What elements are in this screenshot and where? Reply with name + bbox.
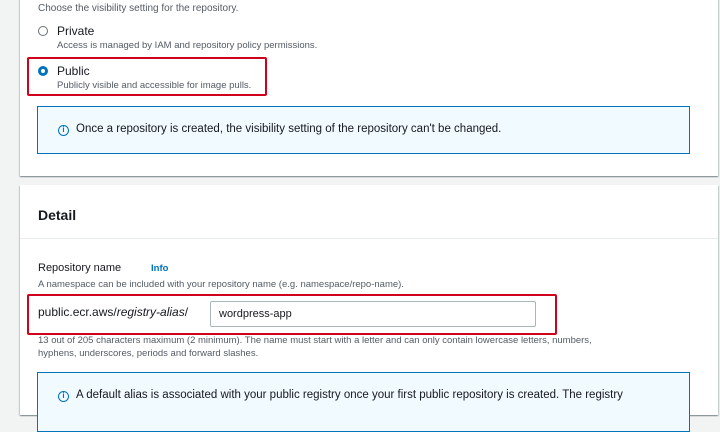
info-icon: i bbox=[58, 391, 69, 402]
repository-prefix-alias: registry-alias bbox=[116, 305, 185, 319]
radio-private-label: Private bbox=[57, 24, 95, 38]
detail-divider bbox=[20, 238, 718, 239]
visibility-alert: i Once a repository is created, the visi… bbox=[37, 106, 690, 154]
alias-alert-text: A default alias is associated with your … bbox=[76, 389, 623, 401]
detail-panel: Detail Repository name Info A namespace … bbox=[20, 185, 718, 432]
repository-prefix-domain: public.ecr.aws/ bbox=[38, 305, 117, 319]
radio-public[interactable] bbox=[38, 66, 48, 76]
repository-name-constraint-line1: 13 out of 205 characters maximum (2 mini… bbox=[38, 335, 592, 346]
repository-uri-prefix: public.ecr.aws/registry-alias/ bbox=[38, 305, 188, 319]
info-icon: i bbox=[58, 125, 69, 136]
repository-name-input[interactable] bbox=[210, 301, 536, 327]
visibility-panel: Choose the visibility setting for the re… bbox=[20, 0, 718, 176]
radio-private-description: Access is managed by IAM and repository … bbox=[57, 40, 318, 51]
radio-private[interactable] bbox=[38, 26, 48, 36]
repository-name-label: Repository name bbox=[38, 262, 122, 274]
alias-alert: i A default alias is associated with you… bbox=[37, 372, 690, 432]
detail-title: Detail bbox=[38, 207, 77, 223]
radio-public-description: Publicly visible and accessible for imag… bbox=[57, 80, 252, 91]
repository-name-constraint-line2: hyphens, underscores, periods and forwar… bbox=[38, 348, 259, 359]
radio-public-label: Public bbox=[57, 64, 90, 78]
visibility-description: Choose the visibility setting for the re… bbox=[38, 3, 239, 14]
repository-name-info-link[interactable]: Info bbox=[151, 263, 168, 274]
repository-prefix-slash: / bbox=[184, 305, 189, 319]
visibility-alert-text: Once a repository is created, the visibi… bbox=[76, 123, 502, 135]
repository-name-description: A namespace can be included with your re… bbox=[38, 279, 404, 290]
